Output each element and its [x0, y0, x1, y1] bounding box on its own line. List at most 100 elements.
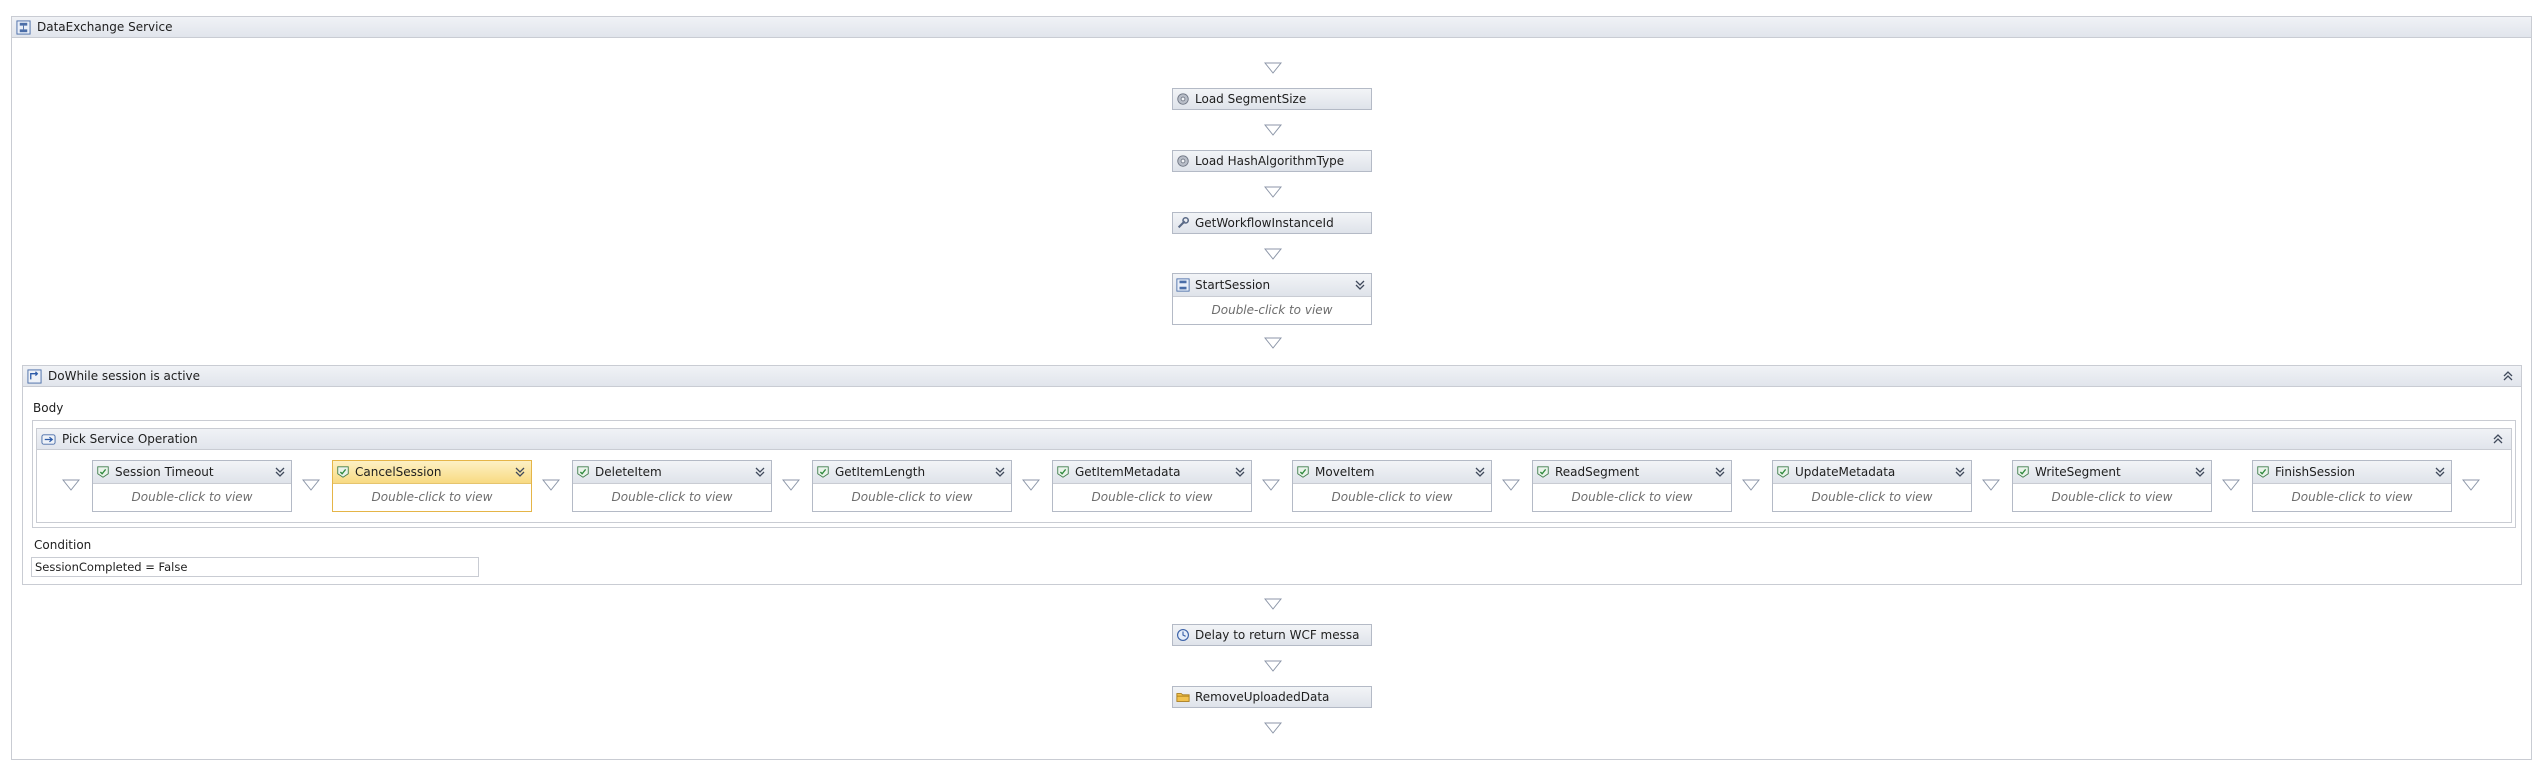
- pick-branch-session-timeout[interactable]: Session Timeout Double-click to view: [92, 460, 292, 512]
- activity-load-segmentsize[interactable]: Load SegmentSize: [1172, 88, 1372, 110]
- branch-header[interactable]: GetItemLength: [813, 461, 1011, 484]
- drop-arrow-icon[interactable]: [2462, 479, 2480, 491]
- double-click-hint[interactable]: Double-click to view: [573, 484, 771, 510]
- expand-chevron-icon[interactable]: [1353, 278, 1367, 292]
- activity-label: StartSession: [1195, 278, 1271, 292]
- double-click-hint[interactable]: Double-click to view: [813, 484, 1011, 510]
- expand-chevron-icon[interactable]: [1953, 465, 1967, 479]
- sequence-title: DataExchange Service: [37, 20, 173, 34]
- branch-header[interactable]: DeleteItem: [573, 461, 771, 484]
- drop-arrow-icon[interactable]: [782, 479, 800, 491]
- drop-arrow-icon[interactable]: [542, 479, 560, 491]
- activity-getworkflowinstanceid[interactable]: GetWorkflowInstanceId: [1172, 212, 1372, 234]
- activity-delay-return-wcf[interactable]: Delay to return WCF messa: [1172, 624, 1372, 646]
- expand-chevron-icon[interactable]: [753, 465, 767, 479]
- gear-icon: [1177, 155, 1189, 167]
- gear-icon: [1177, 93, 1189, 105]
- pick-branch-getitemlength[interactable]: GetItemLength Double-click to view: [812, 460, 1012, 512]
- folder-icon: [1176, 693, 1190, 702]
- branch-header[interactable]: Session Timeout: [93, 461, 291, 484]
- activity-load-hashalgorithmtype[interactable]: Load HashAlgorithmType: [1172, 150, 1372, 172]
- drop-arrow-icon[interactable]: [1264, 248, 1282, 260]
- drop-arrow-icon[interactable]: [1264, 722, 1282, 734]
- pick-header[interactable]: Pick Service Operation: [37, 429, 2511, 450]
- pick-branch-icon: [577, 466, 589, 478]
- activity-header[interactable]: StartSession: [1173, 274, 1371, 297]
- collapse-chevron-icon[interactable]: [2501, 369, 2515, 383]
- drop-arrow-icon[interactable]: [302, 479, 320, 491]
- drop-arrow-icon[interactable]: [1264, 337, 1282, 349]
- wrench-icon: [1177, 216, 1190, 229]
- double-click-hint[interactable]: Double-click to view: [333, 484, 531, 510]
- drop-arrow-icon[interactable]: [1022, 479, 1040, 491]
- condition-value: SessionCompleted = False: [35, 560, 188, 574]
- pick-branch-icon: [1297, 466, 1309, 478]
- activity-startsession[interactable]: StartSession Double-click to view: [1172, 273, 1372, 325]
- drop-arrow-icon[interactable]: [62, 479, 80, 491]
- activity-label: GetWorkflowInstanceId: [1195, 216, 1334, 230]
- expand-chevron-icon[interactable]: [2193, 465, 2207, 479]
- expand-chevron-icon[interactable]: [273, 465, 287, 479]
- drop-arrow-icon[interactable]: [1264, 598, 1282, 610]
- pick-branch-icon: [2257, 466, 2269, 478]
- expand-chevron-icon[interactable]: [993, 465, 1007, 479]
- branch-header[interactable]: FinishSession: [2253, 461, 2451, 484]
- branch-header[interactable]: UpdateMetadata: [1773, 461, 1971, 484]
- double-click-hint[interactable]: Double-click to view: [1053, 484, 1251, 510]
- branch-label: Session Timeout: [115, 465, 214, 479]
- drop-arrow-icon[interactable]: [2222, 479, 2240, 491]
- branch-label: WriteSegment: [2035, 465, 2121, 479]
- pick-branch-writesegment[interactable]: WriteSegment Double-click to view: [2012, 460, 2212, 512]
- drop-arrow-icon[interactable]: [1264, 660, 1282, 672]
- branch-header[interactable]: GetItemMetadata: [1053, 461, 1251, 484]
- double-click-hint[interactable]: Double-click to view: [1533, 484, 1731, 510]
- drop-arrow-icon[interactable]: [1262, 479, 1280, 491]
- pick-icon: [41, 433, 56, 445]
- pick-branch-finishsession[interactable]: FinishSession Double-click to view: [2252, 460, 2452, 512]
- drop-arrow-icon[interactable]: [1264, 124, 1282, 136]
- drop-arrow-icon[interactable]: [1264, 186, 1282, 198]
- pick-branch-deleteitem[interactable]: DeleteItem Double-click to view: [572, 460, 772, 512]
- condition-input[interactable]: SessionCompleted = False: [31, 557, 479, 577]
- double-click-hint[interactable]: Double-click to view: [2253, 484, 2451, 510]
- activity-label: Delay to return WCF messa: [1195, 628, 1360, 642]
- dowhile-header[interactable]: DoWhile session is active: [23, 366, 2521, 387]
- expand-chevron-icon[interactable]: [513, 465, 527, 479]
- drop-arrow-icon[interactable]: [1502, 479, 1520, 491]
- pick-branch-icon: [1537, 466, 1549, 478]
- drop-arrow-icon[interactable]: [1982, 479, 2000, 491]
- expand-chevron-icon[interactable]: [1473, 465, 1487, 479]
- branch-header[interactable]: MoveItem: [1293, 461, 1491, 484]
- pick-branch-getitemmetadata[interactable]: GetItemMetadata Double-click to view: [1052, 460, 1252, 512]
- double-click-hint[interactable]: Double-click to view: [1773, 484, 1971, 510]
- activity-label: Load HashAlgorithmType: [1195, 154, 1345, 168]
- pick-branch-moveitem[interactable]: MoveItem Double-click to view: [1292, 460, 1492, 512]
- branch-label: CancelSession: [355, 465, 442, 479]
- branch-label: DeleteItem: [595, 465, 662, 479]
- body-label: Body: [33, 401, 64, 415]
- drop-arrow-icon[interactable]: [1264, 62, 1282, 74]
- drop-arrow-icon[interactable]: [1742, 479, 1760, 491]
- sequence-header[interactable]: DataExchange Service: [12, 17, 2531, 38]
- sequence-icon: [1176, 278, 1190, 292]
- pick-branch-cancelsession[interactable]: CancelSession Double-click to view: [332, 460, 532, 512]
- activity-removeuploadeddata[interactable]: RemoveUploadedData: [1172, 686, 1372, 708]
- double-click-hint[interactable]: Double-click to view: [1293, 484, 1491, 510]
- double-click-hint[interactable]: Double-click to view: [1173, 297, 1371, 323]
- expand-chevron-icon[interactable]: [1233, 465, 1247, 479]
- pick-branch-updatemetadata[interactable]: UpdateMetadata Double-click to view: [1772, 460, 1972, 512]
- collapse-chevron-icon[interactable]: [2491, 432, 2505, 446]
- branch-header[interactable]: ReadSegment: [1533, 461, 1731, 484]
- pick-branch-readsegment[interactable]: ReadSegment Double-click to view: [1532, 460, 1732, 512]
- branch-label: MoveItem: [1315, 465, 1375, 479]
- double-click-hint[interactable]: Double-click to view: [93, 484, 291, 510]
- condition-label: Condition: [34, 538, 92, 552]
- loop-icon: [27, 368, 42, 384]
- expand-chevron-icon[interactable]: [2433, 465, 2447, 479]
- branch-header[interactable]: WriteSegment: [2013, 461, 2211, 484]
- branch-header[interactable]: CancelSession: [333, 461, 531, 484]
- double-click-hint[interactable]: Double-click to view: [2013, 484, 2211, 510]
- clock-icon: [1177, 629, 1189, 641]
- branch-label: GetItemMetadata: [1075, 465, 1181, 479]
- expand-chevron-icon[interactable]: [1713, 465, 1727, 479]
